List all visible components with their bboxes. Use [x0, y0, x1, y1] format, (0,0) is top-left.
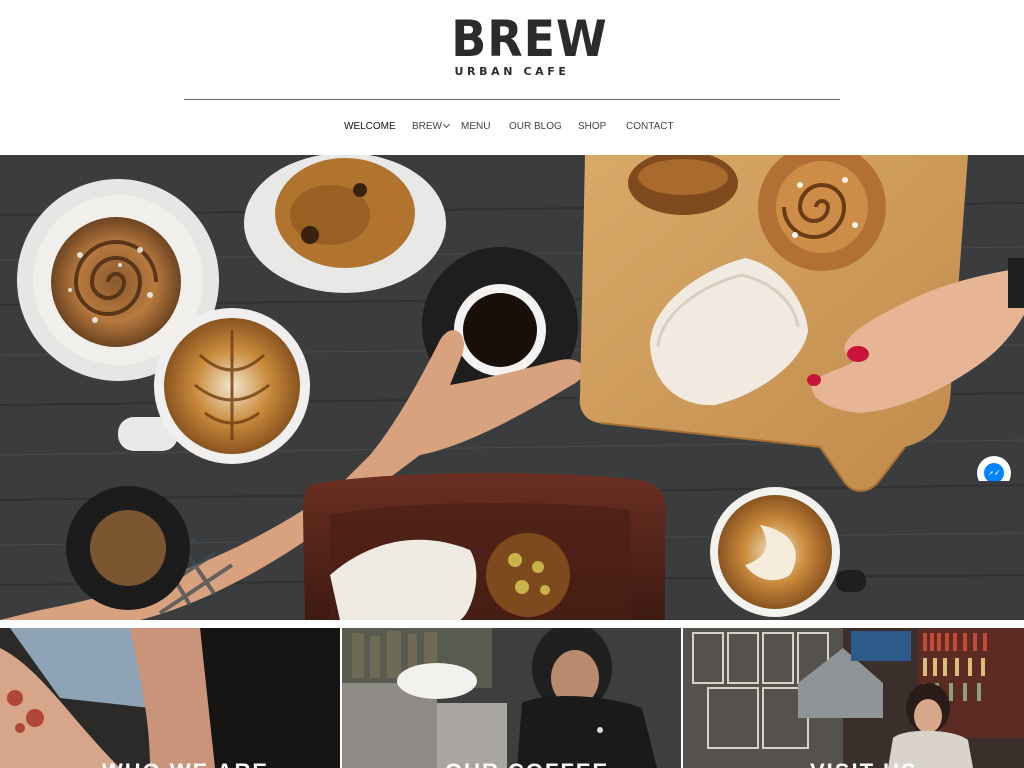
tile-visit-us[interactable]: VISIT US	[683, 628, 1024, 768]
brand-logo[interactable]: BREW URBAN CAFE	[446, 10, 608, 80]
messenger-icon	[984, 463, 1004, 481]
chevron-down-icon	[442, 120, 451, 129]
feature-tiles: WHO WE ARE OUR COFFEE	[0, 628, 1024, 768]
tile-who-we-are[interactable]: WHO WE ARE	[0, 628, 340, 768]
brand-name: BREW	[451, 10, 608, 68]
nav-item-contact[interactable]: CONTACT	[626, 119, 674, 135]
hero-image	[0, 155, 1024, 620]
nav-item-shop[interactable]: SHOP	[578, 119, 606, 135]
nav-item-brew-label: BREW	[412, 121, 442, 132]
nav-item-welcome[interactable]: WELCOME	[344, 119, 396, 135]
tile-visit-us-image	[683, 628, 1024, 768]
hero-illustration	[0, 155, 1024, 620]
nav-item-brew[interactable]: BREW	[412, 119, 451, 135]
tile-title: VISIT US	[810, 759, 918, 768]
site-header: BREW URBAN CAFE WELCOME BREW MENU OUR BL…	[0, 0, 1024, 155]
tile-title: WHO WE ARE	[102, 759, 269, 768]
header-divider	[184, 99, 840, 100]
nav-item-our-blog[interactable]: OUR BLOG	[509, 119, 562, 135]
tile-our-coffee-image	[342, 628, 681, 768]
messenger-widget[interactable]	[977, 456, 1011, 481]
main-navigation: WELCOME BREW MENU OUR BLOG SHOP CONTACT	[0, 119, 1024, 135]
tile-title: OUR COFFEE	[445, 759, 609, 768]
tile-who-we-are-image	[0, 628, 340, 768]
nav-item-menu[interactable]: MENU	[461, 119, 490, 135]
tile-our-coffee[interactable]: OUR COFFEE	[342, 628, 681, 768]
messenger-button[interactable]	[977, 456, 1011, 481]
